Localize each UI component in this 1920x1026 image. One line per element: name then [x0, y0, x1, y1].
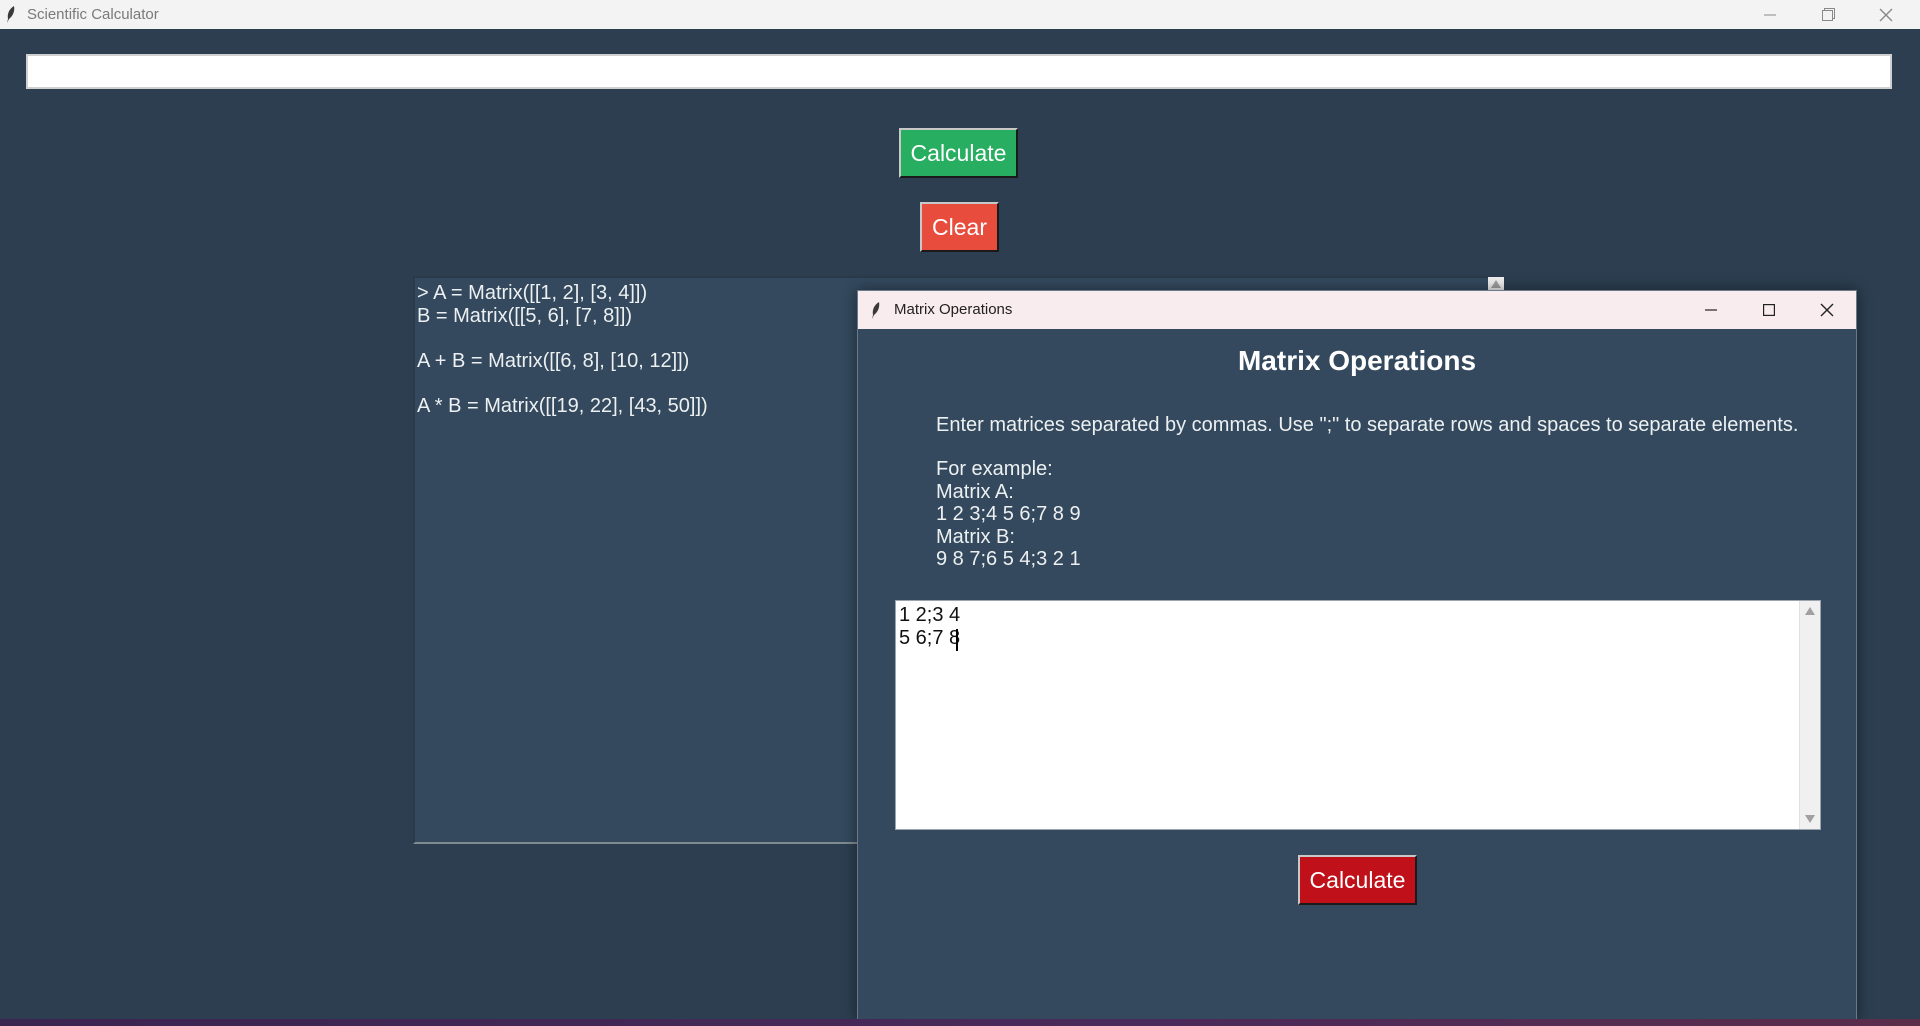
example-line: Matrix B:: [936, 526, 1015, 548]
minimize-icon: [1764, 14, 1776, 15]
matrix-input-line: 5 6;7 8: [899, 627, 961, 649]
output-line: A + B = Matrix([[6, 8], [10, 12]]): [417, 350, 690, 372]
dialog-title: Matrix Operations: [894, 301, 1013, 318]
clear-button[interactable]: Clear: [920, 202, 999, 252]
dialog-minimize-button[interactable]: [1682, 291, 1740, 329]
output-line: > A = Matrix([[1, 2], [3, 4]]): [417, 282, 648, 304]
output-line: B = Matrix([[5, 6], [7, 8]]): [417, 305, 633, 327]
calculate-button[interactable]: Calculate: [899, 128, 1018, 178]
output-line: A * B = Matrix([[19, 22], [43, 50]]): [417, 395, 708, 417]
matrix-input-textarea[interactable]: 1 2;3 4 5 6;7 8: [895, 600, 1821, 830]
close-icon: [1879, 8, 1893, 21]
scroll-down-arrow-icon[interactable]: [1805, 815, 1815, 823]
dialog-heading: Matrix Operations: [1237, 345, 1477, 376]
text-caret: [956, 629, 958, 651]
close-icon: [1820, 303, 1834, 317]
example-line: For example:: [936, 458, 1053, 480]
dialog-maximize-button[interactable]: [1740, 291, 1798, 329]
instructions-text: Enter matrices separated by commas. Use …: [936, 414, 1799, 436]
example-line: 1 2 3;4 5 6;7 8 9: [936, 503, 1081, 525]
close-button[interactable]: [1858, 0, 1914, 29]
maximize-icon: [1763, 304, 1775, 316]
restore-icon: [1821, 8, 1835, 21]
dialog-title-bar: Matrix Operations: [858, 291, 1856, 329]
minimize-button[interactable]: [1742, 0, 1798, 29]
matrix-input-line: 1 2;3 4: [899, 604, 961, 626]
feather-icon: [7, 6, 15, 23]
example-line: Matrix A:: [936, 481, 1014, 503]
dialog-calculate-button[interactable]: Calculate: [1298, 855, 1417, 905]
minimize-icon: [1705, 309, 1717, 311]
scroll-up-arrow-icon[interactable]: [1491, 280, 1501, 288]
title-bar: Scientific Calculator: [0, 0, 1920, 29]
matrix-operations-dialog: Matrix Operations Matrix Operations Ente…: [857, 290, 1857, 1021]
matrix-input-scrollbar[interactable]: [1799, 601, 1820, 829]
desktop-background-strip: [0, 1019, 1920, 1026]
feather-icon: [872, 302, 880, 319]
window-title: Scientific Calculator: [27, 6, 159, 23]
example-line: 9 8 7;6 5 4;3 2 1: [936, 548, 1081, 570]
dialog-close-button[interactable]: [1798, 291, 1856, 329]
scroll-up-arrow-icon[interactable]: [1805, 607, 1815, 615]
output-scrollbar[interactable]: [1488, 277, 1504, 291]
restore-button[interactable]: [1800, 0, 1856, 29]
expression-input[interactable]: [26, 54, 1892, 89]
main-window: Scientific Calculator Calculate Clear > …: [0, 0, 1920, 1021]
